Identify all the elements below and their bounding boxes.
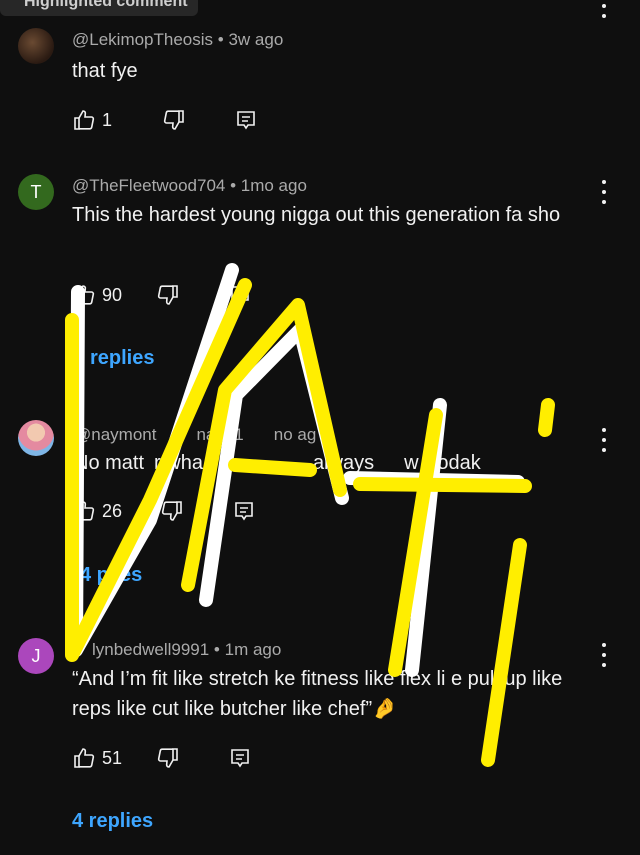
avatar[interactable] [18, 420, 54, 456]
overlay-stroke-t-shadow [405, 398, 447, 677]
comment-meta: @LekimopTheosis • 3w ago [72, 30, 284, 49]
comment-author[interactable]: @TheFleetwood704 [72, 176, 225, 195]
comment-meta: @naymont na731 no ag [74, 425, 317, 444]
dislike-icon [163, 110, 184, 130]
comment-age: 3w ago [228, 30, 284, 49]
like-count: 51 [102, 747, 123, 768]
comment-text: This the hardest young nigga out this ge… [72, 204, 561, 226]
comment-actions: 51 [72, 745, 280, 771]
comment-author[interactable]: @naymont [74, 425, 156, 444]
overlay-stroke-i [481, 538, 527, 767]
like-button[interactable]: 90 [72, 283, 122, 307]
like-button[interactable]: 26 [72, 499, 122, 523]
comment-meta: lynbedwell9991 • 1m ago [92, 640, 282, 659]
comment-author[interactable]: @LekimopTheosis [72, 30, 213, 49]
comment-actions: 90 [72, 282, 280, 308]
comment-text: “And I’m fit like stretch ke fitness lik… [72, 668, 563, 720]
comment-text: No matt r wha always w Kodak [74, 452, 481, 474]
comment-meta: @TheFleetwood704 • 1mo ago [72, 176, 307, 195]
view-replies-link[interactable]: 4 plies [80, 564, 142, 587]
comment-author[interactable]: lynbedwell9991 [92, 640, 209, 659]
overlay-stroke-i-dot [538, 398, 555, 437]
dislike-icon [161, 501, 182, 521]
dislike-icon [157, 285, 178, 305]
reply-button[interactable] [228, 283, 252, 307]
overlay-stroke-a [181, 298, 347, 592]
dislike-icon [157, 748, 178, 768]
like-count: 90 [102, 284, 123, 305]
reply-icon [235, 502, 253, 521]
like-count: 26 [102, 500, 123, 521]
overlay-stroke-cross-shadow [343, 471, 525, 489]
avatar[interactable] [18, 28, 54, 64]
view-replies-link[interactable]: replies [90, 347, 154, 370]
dislike-button[interactable] [156, 746, 180, 770]
more-vertical-icon[interactable] [596, 180, 612, 204]
reply-icon [231, 286, 249, 305]
avatar[interactable]: T [18, 174, 54, 210]
comment-actions: 26 [72, 498, 284, 524]
view-replies-link[interactable]: 4 replies [72, 810, 153, 833]
like-icon [74, 748, 95, 768]
dislike-button[interactable] [160, 499, 184, 523]
reply-button[interactable] [228, 746, 252, 770]
like-button[interactable]: 1 [72, 108, 112, 132]
like-icon [74, 501, 95, 521]
more-vertical-icon[interactable] [596, 643, 612, 667]
like-icon [74, 285, 95, 305]
dislike-button[interactable] [156, 283, 180, 307]
dislike-button[interactable] [162, 108, 186, 132]
comment-age: 1mo ago [240, 176, 307, 195]
reply-button[interactable] [234, 108, 258, 132]
more-vertical-icon[interactable] [596, 0, 612, 18]
comment-actions: 1 [72, 107, 286, 133]
avatar[interactable]: J [18, 638, 54, 674]
comment-age: 1m ago [224, 640, 282, 659]
highlighted-comment-badge: Highlighted comment [0, 0, 198, 16]
like-count: 1 [102, 109, 113, 130]
like-button[interactable]: 51 [72, 746, 122, 770]
comment-age: no ag [273, 425, 317, 444]
reply-icon [237, 111, 255, 130]
comment-text: that fye [72, 60, 138, 82]
reply-icon [231, 749, 249, 768]
overlay-stroke-t-bar [353, 477, 532, 493]
like-icon [74, 110, 95, 130]
reply-button[interactable] [232, 499, 256, 523]
